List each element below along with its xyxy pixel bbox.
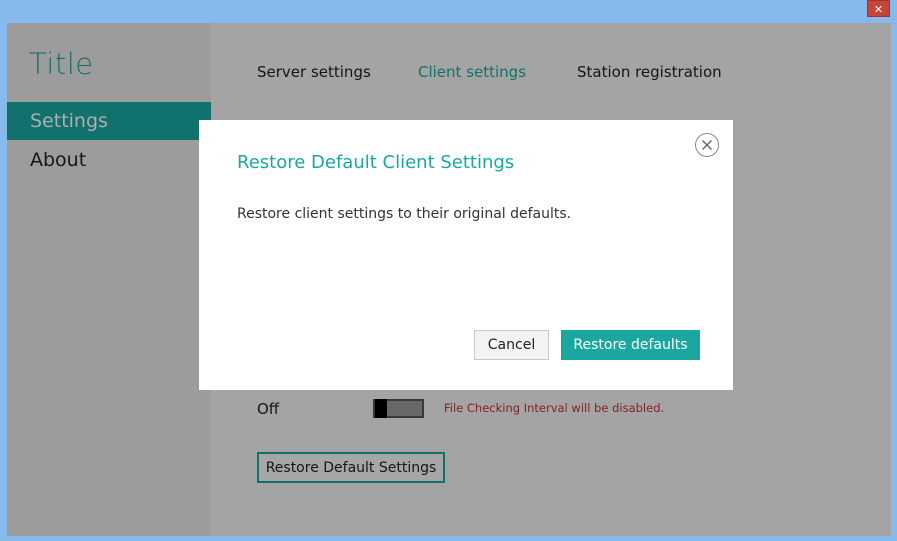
dialog-title: Restore Default Client Settings (237, 152, 515, 173)
app-client-area: Title Settings About Server settings Cli… (7, 23, 891, 536)
close-circle-icon (702, 140, 712, 150)
cancel-button[interactable]: Cancel (474, 330, 549, 360)
restore-defaults-button[interactable]: Restore defaults (561, 330, 700, 360)
dialog-close-button[interactable] (695, 133, 719, 157)
window-frame: ✕ Title Settings About Server settings C… (0, 0, 897, 541)
restore-defaults-dialog: Restore Default Client Settings Restore … (199, 120, 733, 390)
window-close-button[interactable]: ✕ (867, 0, 890, 17)
dialog-message: Restore client settings to their origina… (237, 206, 572, 222)
